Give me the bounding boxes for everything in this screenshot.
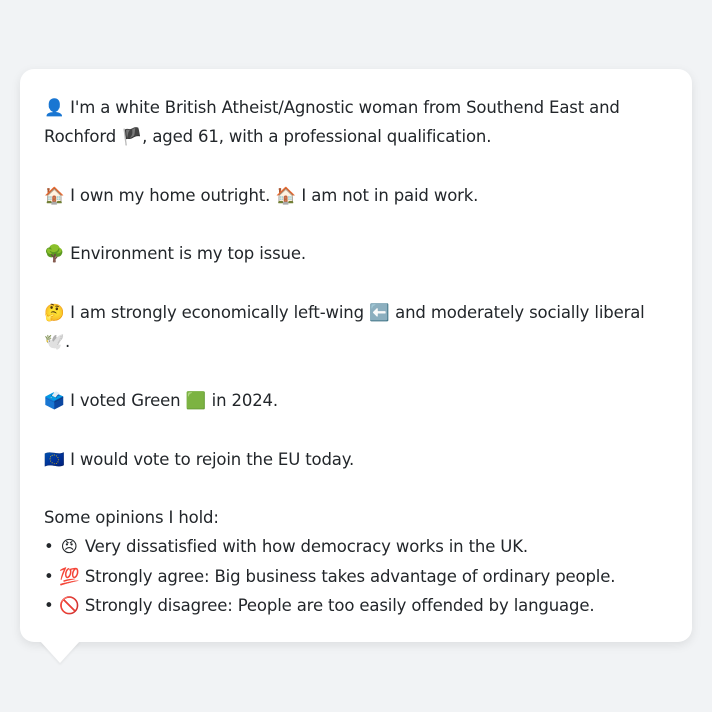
housing-line: 🏠 I own my home outright. 🏠 I am not in … [44, 181, 668, 210]
list-item: • 💯 Strongly agree: Big business takes a… [44, 562, 668, 591]
bullet: • [44, 537, 54, 557]
eu-flag-icon: 🇪🇺 [44, 449, 65, 469]
green-square-icon: 🟩 [185, 390, 207, 410]
bullet: • [44, 566, 54, 586]
person-icon: 👤 [44, 98, 65, 117]
eu-line: 🇪🇺 I would vote to rejoin the EU today. [44, 445, 668, 474]
vote-year-text: in 2024. [211, 390, 278, 410]
angry-face-icon: 😠 [60, 537, 78, 557]
opinion-text: Strongly disagree: People are too easily… [84, 596, 595, 616]
list-item: • 😠 Very dissatisfied with how democracy… [44, 532, 668, 561]
top-issue-text: Environment is my top issue. [70, 244, 306, 264]
list-item: • 🚫 Strongly disagree: People are too ea… [44, 591, 668, 620]
thinking-face-icon: 🤔 [44, 303, 65, 323]
vote-line: 🗳️ I voted Green 🟩 in 2024. [44, 386, 668, 415]
prohibited-icon: 🚫 [59, 596, 80, 616]
housing-text: I own my home outright. [70, 185, 271, 205]
vote-text: I voted Green [70, 390, 181, 410]
left-arrow-icon: ⬅️ [369, 303, 390, 323]
opinions-heading: Some opinions I hold: [44, 508, 219, 528]
speech-bubble-tail [40, 641, 80, 663]
opinion-text: Strongly agree: Big business takes advan… [84, 566, 616, 586]
tree-icon: 🌳 [44, 244, 65, 264]
social-text: and moderately socially liberal [395, 303, 645, 323]
politics-line: 🤔 I am strongly economically left-wing ⬅… [44, 298, 668, 357]
bullet: • [44, 596, 54, 616]
england-flag-icon: 🏴 [121, 127, 142, 147]
dove-icon: 🕊️ [44, 332, 65, 352]
house-icon: 🏠 [44, 185, 65, 205]
eu-text: I would vote to rejoin the EU today. [70, 449, 355, 469]
identity-line: 👤 I'm a white British Atheist/Agnostic w… [44, 93, 668, 152]
house-icon-2: 🏠 [275, 185, 297, 205]
top-issue-line: 🌳 Environment is my top issue. [44, 239, 668, 268]
politics-end: . [65, 332, 71, 352]
opinions-list: • 😠 Very dissatisfied with how democracy… [44, 532, 668, 620]
identity-text-after: , aged 61, with a professional qualifica… [142, 127, 492, 147]
work-text: I am not in paid work. [301, 185, 479, 205]
profile-card: 👤 I'm a white British Atheist/Agnostic w… [20, 69, 692, 642]
ballot-box-icon: 🗳️ [44, 390, 65, 410]
economic-text: I am strongly economically left-wing [70, 303, 364, 323]
hundred-points-icon: 💯 [59, 566, 80, 586]
opinion-text: Very dissatisfied with how democracy wor… [84, 537, 528, 557]
